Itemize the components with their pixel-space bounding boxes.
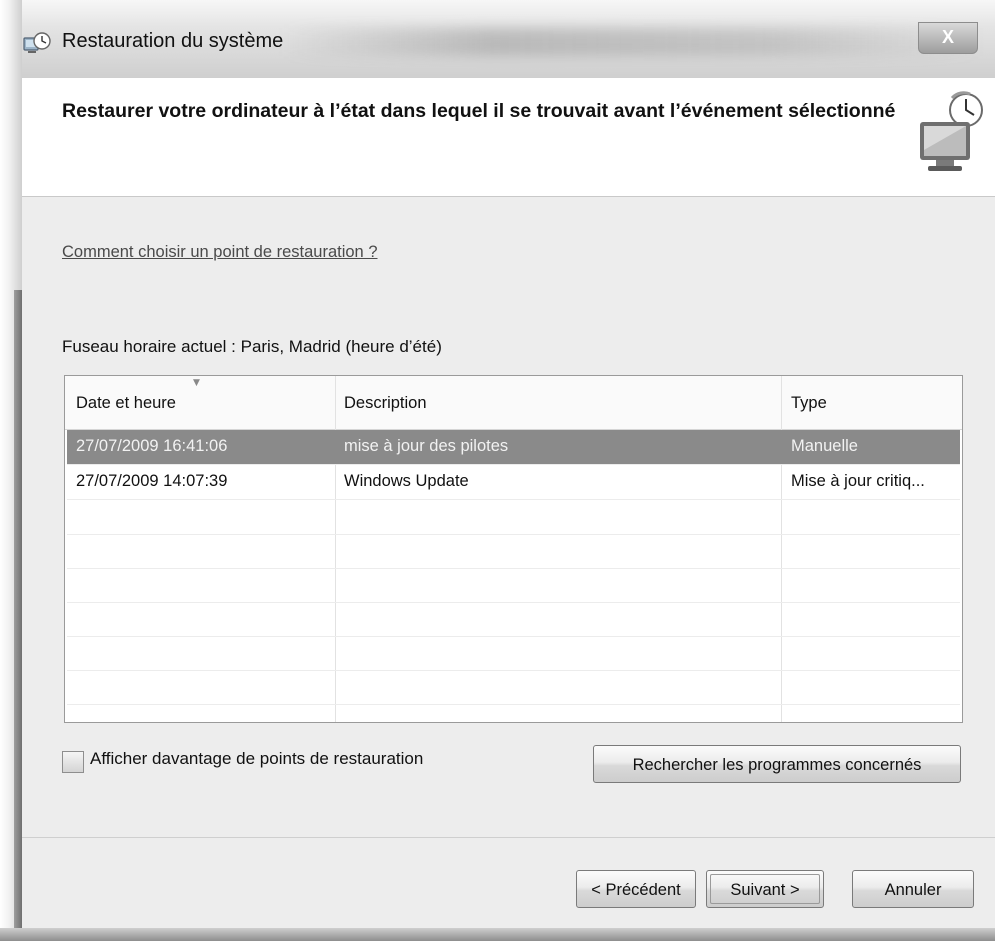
next-label: Suivant >	[730, 881, 800, 899]
row-description: Windows Update	[344, 472, 469, 490]
search-affected-programs-button[interactable]: Rechercher les programmes concernés	[593, 745, 961, 783]
sort-indicator-icon: ▼	[193, 378, 200, 388]
table-row[interactable]: 27/07/2009 14:07:39 Windows Update Mise …	[67, 465, 960, 500]
window-title: Restauration du système	[62, 30, 284, 52]
column-header-type[interactable]: Type	[791, 394, 827, 413]
row-date: 27/07/2009 14:07:39	[76, 472, 228, 490]
empty-row	[67, 602, 960, 637]
column-header-description[interactable]: Description	[344, 394, 427, 413]
title-bar-blur	[282, 28, 982, 56]
footer-panel: < Précédent Suivant > Annuler	[22, 838, 995, 941]
empty-row	[67, 670, 960, 705]
restore-computer-icon	[920, 91, 983, 171]
row-description: mise à jour des pilotes	[344, 437, 509, 455]
empty-row	[67, 500, 960, 535]
help-link[interactable]: Comment choisir un point de restauration…	[62, 243, 378, 262]
close-button[interactable]: X	[918, 22, 978, 54]
cancel-button[interactable]: Annuler	[852, 870, 974, 908]
window-bottom-edge	[0, 928, 995, 941]
header-panel: Restaurer votre ordinateur à l’état dans…	[22, 78, 995, 197]
more-restore-points-checkbox[interactable]	[62, 751, 84, 773]
table-row[interactable]: 27/07/2009 16:41:06 mise à jour des pilo…	[67, 430, 960, 465]
row-type: Mise à jour critiq...	[791, 472, 925, 490]
window-left-shadow	[14, 290, 22, 941]
empty-row	[67, 534, 960, 569]
list-header: ▼ Date et heure Description Type	[65, 376, 962, 430]
row-type: Manuelle	[791, 437, 858, 455]
timezone-label: Fuseau horaire actuel : Paris, Madrid (h…	[62, 337, 442, 356]
empty-row	[67, 636, 960, 671]
more-restore-points-label[interactable]: Afficher davantage de points de restaura…	[90, 749, 423, 769]
system-restore-icon	[23, 32, 51, 53]
column-header-date[interactable]: Date et heure	[76, 394, 176, 413]
next-button[interactable]: Suivant >	[706, 870, 824, 908]
content-panel: Comment choisir un point de restauration…	[22, 197, 995, 837]
page-heading: Restaurer votre ordinateur à l’état dans…	[62, 100, 896, 122]
cancel-label: Annuler	[884, 881, 942, 899]
row-date: 27/07/2009 16:41:06	[76, 437, 228, 455]
previous-button[interactable]: < Précédent	[576, 870, 696, 908]
restore-points-list[interactable]: ▼ Date et heure Description Type 27/07/2…	[64, 375, 963, 723]
previous-label: < Précédent	[591, 881, 681, 899]
empty-row	[67, 568, 960, 603]
next-button-focus: Suivant >	[710, 874, 820, 904]
search-affected-programs-label: Rechercher les programmes concernés	[632, 756, 922, 774]
